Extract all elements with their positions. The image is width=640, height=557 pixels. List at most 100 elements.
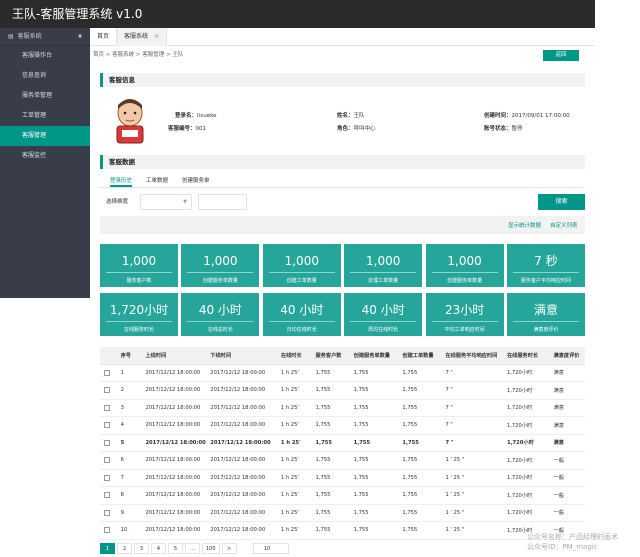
table-cell: 1,755 <box>311 364 350 382</box>
table-row[interactable]: 10 2017/12/12 18:00:00 2017/12/12 18:00:00… <box>100 521 585 540</box>
tab-bar: 首页 客服系统 ✕ <box>90 28 595 46</box>
table-cell: 1,755 <box>311 451 350 470</box>
table-cell: 1,755 <box>398 469 442 487</box>
subtab-create-service[interactable]: 创建服务单 <box>182 175 210 187</box>
table-cell: 1,755 <box>398 451 442 470</box>
row-checkbox[interactable] <box>104 404 110 411</box>
table-cell: 1,720小时 <box>502 451 550 470</box>
tab-home[interactable]: 首页 <box>90 28 118 46</box>
table-cell: 1,755 <box>349 399 399 417</box>
staff-id-label: 客服编号： <box>168 126 196 132</box>
page-button[interactable]: > <box>221 543 237 554</box>
login-name-label: 登录名： <box>175 113 198 119</box>
column-header[interactable]: 在线服务时长 <box>502 347 550 365</box>
sidebar-item[interactable]: 客服监控 <box>0 146 90 166</box>
table-row[interactable]: 7 2017/12/12 18:00:00 2017/12/12 18:00:00 1… <box>100 469 585 487</box>
stat-card-label: 创建工单数量 <box>286 278 317 284</box>
table-cell: 1,755 <box>349 504 399 522</box>
page-button[interactable]: 1 <box>100 543 115 554</box>
column-header[interactable]: 在线时长 <box>276 347 312 365</box>
page-button[interactable]: 5 <box>168 543 183 554</box>
show-stats-link[interactable]: 显示统计数据 <box>508 221 541 229</box>
page-button[interactable]: 2 <box>117 543 132 554</box>
table-cell: 1,755 <box>349 416 399 435</box>
table-row[interactable]: 9 2017/12/12 18:00:00 2017/12/12 18:00:00 1… <box>100 504 585 522</box>
table-cell: 1,755 <box>311 416 350 435</box>
table-cell: 1,755 <box>398 381 442 400</box>
row-checkbox[interactable] <box>104 527 110 533</box>
custom-list-link[interactable]: 自定义列表 <box>550 221 578 229</box>
sidebar-item[interactable]: 客服管理 <box>0 126 90 146</box>
column-header[interactable]: 创建工单数量 <box>398 347 442 365</box>
role-row: 角色：呼叫中心 <box>337 124 376 132</box>
subtab-ticket-data[interactable]: 工单数据 <box>146 175 168 187</box>
table-row[interactable]: 2 2017/12/12 18:00:00 2017/12/12 18:00:00 1… <box>100 381 585 400</box>
search-button[interactable]: 搜索 <box>538 194 585 210</box>
page-button[interactable]: 4 <box>151 543 166 554</box>
table-cell: 2017/12/12 18:00:00 <box>141 364 207 382</box>
table-row[interactable]: 3 2017/12/12 18:00:00 2017/12/12 18:00:00 1… <box>100 399 585 417</box>
page-button[interactable]: 100 <box>202 543 220 554</box>
column-header[interactable]: 下线时间 <box>206 347 277 365</box>
table-cell: 1 h 25' <box>276 469 312 487</box>
table-cell: 1,755 <box>311 521 350 540</box>
stat-card-divider <box>106 272 172 273</box>
role-label: 角色： <box>337 126 354 132</box>
page-size-select[interactable]: 10 <box>253 543 289 554</box>
page-button[interactable]: ... <box>185 543 200 554</box>
table-cell: 1,755 <box>349 486 399 505</box>
table-cell: 满意 <box>549 364 585 382</box>
stat-card-value: 23小时 <box>444 303 485 317</box>
column-header[interactable]: 服务客户数 <box>311 347 350 365</box>
table-row[interactable]: 1 2017/12/12 18:00:00 2017/12/12 18:00:00 1… <box>100 364 585 382</box>
stat-card: 7 秒服务客户平均响应时间 <box>507 244 585 287</box>
table-row[interactable]: 8 2017/12/12 18:00:00 2017/12/12 18:00:00 1… <box>100 486 585 505</box>
row-checkbox[interactable] <box>104 422 110 428</box>
table-row[interactable]: 5 2017/12/12 18:00:00 2017/12/12 18:00:00 1… <box>100 434 585 452</box>
subtab-login-history[interactable]: 登录历史 <box>110 175 133 187</box>
column-header[interactable]: 序号 <box>116 347 142 365</box>
column-header[interactable]: 在线服务平均响应时间 <box>441 347 503 365</box>
row-checkbox[interactable] <box>104 369 110 376</box>
row-checkbox[interactable] <box>104 474 110 481</box>
column-header[interactable]: 满意度评价 <box>549 347 585 365</box>
stat-card-value: 1,000 <box>366 254 401 268</box>
table-row[interactable]: 6 2017/12/12 18:00:00 2017/12/12 18:00:00 1… <box>100 451 585 470</box>
row-checkbox-cell <box>100 399 117 417</box>
sidebar-group-header[interactable]: ▤ 客服系统 ▼ <box>0 28 90 46</box>
table-cell: 满意 <box>549 434 585 452</box>
tab-customer-system[interactable]: 客服系统 ✕ <box>117 28 168 46</box>
row-checkbox[interactable] <box>104 439 110 446</box>
sidebar-item[interactable]: 客服操作台 <box>0 46 90 66</box>
stat-card-divider <box>187 272 254 273</box>
sidebar-item[interactable]: 服务单管理 <box>0 86 90 106</box>
table-cell: 2017/12/12 18:00:00 <box>141 381 207 400</box>
row-checkbox[interactable] <box>104 509 110 516</box>
table-row[interactable]: 4 2017/12/12 18:00:00 2017/12/12 18:00:00 1… <box>100 416 585 435</box>
row-checkbox[interactable] <box>104 492 110 498</box>
close-icon[interactable]: ✕ <box>154 33 159 40</box>
app-title: 王队-客服管理系统 v1.0 <box>12 7 143 21</box>
dimension-select[interactable]: ▼ <box>140 194 192 210</box>
stat-card-divider <box>513 321 579 322</box>
table-cell: 2017/12/12 18:00:00 <box>141 416 207 435</box>
filter-input[interactable] <box>198 194 247 210</box>
table-cell: 1,720小时 <box>502 416 550 435</box>
column-header[interactable]: 创建服务单数量 <box>349 347 399 365</box>
page-button[interactable]: 3 <box>134 543 149 554</box>
row-checkbox[interactable] <box>104 457 110 463</box>
table-cell: 8 <box>116 486 142 505</box>
stat-card-label: 周均在线时长 <box>368 327 399 333</box>
table-cell: 1 h 25' <box>276 486 312 505</box>
name-value: 王队 <box>353 113 365 119</box>
sidebar-item[interactable]: 工单管理 <box>0 106 90 126</box>
sidebar-item[interactable]: 信息查询 <box>0 66 90 86</box>
row-checkbox-cell <box>100 486 117 505</box>
table-cell: 1,755 <box>311 504 350 522</box>
column-header[interactable]: 上线时间 <box>141 347 207 365</box>
row-checkbox[interactable] <box>104 387 110 393</box>
table-cell: 2017/12/12 18:00:00 <box>141 434 207 452</box>
watermark-line2: 公众号ID：PM_magic <box>527 543 598 551</box>
role-value: 呼叫中心 <box>353 126 376 132</box>
back-button[interactable]: 返回 <box>543 50 579 61</box>
